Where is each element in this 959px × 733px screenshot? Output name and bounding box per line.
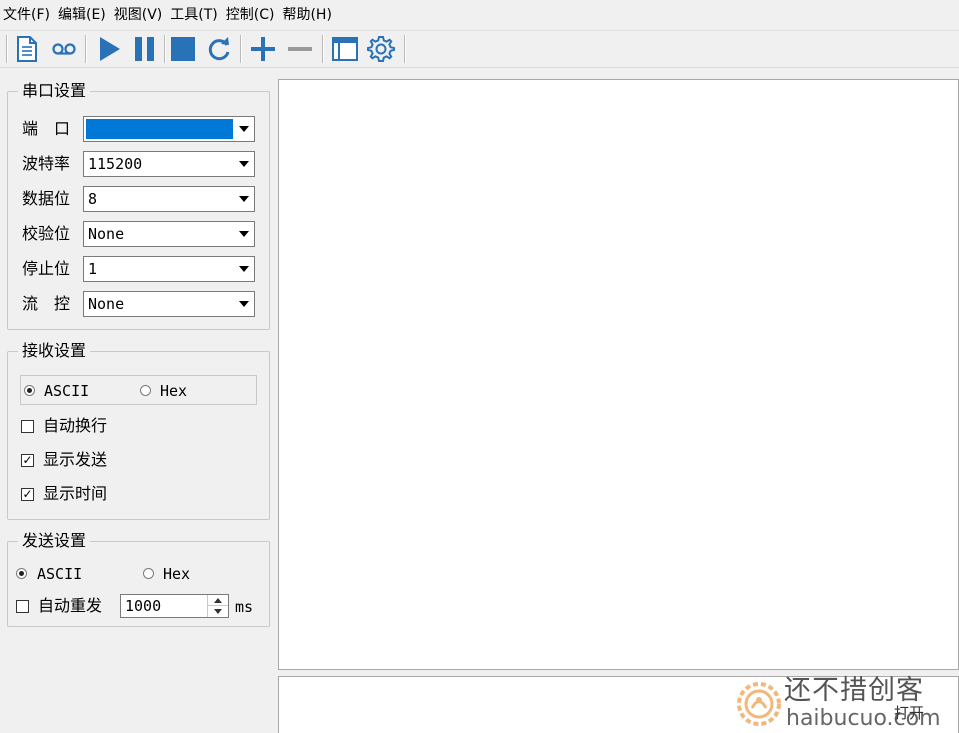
toolbar-separator [6,35,7,63]
open-button[interactable]: 打开 [894,703,924,723]
toolbar [0,31,959,68]
flow-value: None [88,295,125,313]
show-send-checkbox[interactable]: ✓ [21,454,34,467]
receive-ascii-label[interactable]: ASCII [44,381,89,401]
databits-select[interactable]: 8 [83,186,255,212]
chevron-down-icon[interactable] [234,293,253,315]
baud-value: 115200 [88,155,143,173]
receive-hex-label[interactable]: Hex [160,381,187,401]
stopbits-value: 1 [88,260,98,278]
serial-settings-title: 串口设置 [18,80,91,102]
port-select[interactable] [83,116,255,142]
toolbar-separator [322,35,323,63]
parity-value: None [88,225,125,243]
play-icon [100,37,120,61]
menu-bar: 文件(F) 编辑(E) 视图(V) 工具(T) 控制(C) 帮助(H) [0,0,959,31]
menu-tools[interactable]: 工具(T) [167,0,222,30]
port-label: 端 口 [22,119,71,138]
settings-icon [367,36,395,62]
parity-label: 校验位 [22,224,71,243]
window-button[interactable] [329,34,361,64]
resend-interval-value[interactable]: 1000 [125,597,161,616]
show-time-checkbox[interactable]: ✓ [21,488,34,501]
settings-button[interactable] [365,34,397,64]
remove-icon [288,47,312,51]
refresh-icon [208,37,230,61]
stopbits-label: 停止位 [22,259,71,278]
record-button[interactable] [48,34,80,64]
menu-file[interactable]: 文件(F) [0,0,55,30]
menu-view[interactable]: 视图(V) [111,0,168,30]
chevron-down-icon[interactable] [234,258,253,280]
auto-resend-checkbox[interactable] [16,600,29,613]
toolbar-separator [164,35,165,63]
menu-control[interactable]: 控制(C) [223,0,280,30]
resend-interval-spinbox[interactable]: 1000 [120,594,229,618]
watermark: 还不措创客 haibucuo.com 打开 [728,675,959,733]
parity-select[interactable]: None [83,221,255,247]
spin-buttons [207,595,228,617]
send-settings-title: 发送设置 [18,530,91,552]
toolbar-separator [240,35,241,63]
receive-text-area[interactable] [278,79,959,670]
port-selected-field [86,119,233,139]
add-button[interactable] [247,34,279,64]
toolbar-separator [404,35,405,63]
auto-resend-label[interactable]: 自动重发 [38,596,102,616]
stop-icon [171,37,195,61]
chevron-down-icon[interactable] [234,188,253,210]
interval-unit-label: ms [235,598,254,616]
pause-button[interactable] [129,34,161,64]
receive-hex-radio[interactable] [140,385,151,396]
stopbits-select[interactable]: 1 [83,256,255,282]
send-hex-radio[interactable] [143,568,154,579]
remove-button[interactable] [284,34,316,64]
send-hex-label[interactable]: Hex [163,564,190,584]
show-send-label[interactable]: 显示发送 [43,450,107,470]
receive-ascii-radio[interactable] [24,385,35,396]
record-icon [52,43,76,55]
spin-divider [208,605,228,606]
new-file-icon [17,36,37,62]
send-ascii-radio[interactable] [16,568,27,579]
new-file-button[interactable] [11,34,43,64]
stop-button[interactable] [167,34,199,64]
auto-wrap-label[interactable]: 自动换行 [43,416,107,436]
add-icon [251,37,275,61]
chevron-down-icon[interactable] [234,223,253,245]
toolbar-separator [85,35,86,63]
flow-select[interactable]: None [83,291,255,317]
auto-wrap-checkbox[interactable] [21,420,34,433]
baud-select[interactable]: 115200 [83,151,255,177]
chevron-down-icon[interactable] [234,118,253,140]
spin-down-icon[interactable] [214,609,222,614]
receive-settings-title: 接收设置 [18,340,91,362]
show-time-label[interactable]: 显示时间 [43,484,107,504]
watermark-logo-icon [737,682,781,726]
menu-edit[interactable]: 编辑(E) [55,0,111,30]
menu-help[interactable]: 帮助(H) [279,0,336,30]
chevron-down-icon[interactable] [234,153,253,175]
pause-icon [135,37,154,61]
play-button[interactable] [93,34,125,64]
window-icon [332,37,358,61]
flow-label: 流 控 [22,294,71,313]
databits-label: 数据位 [22,189,71,208]
spin-up-icon[interactable] [214,598,222,603]
databits-value: 8 [88,190,98,208]
refresh-button[interactable] [203,34,235,64]
send-ascii-label[interactable]: ASCII [37,564,82,584]
baud-label: 波特率 [22,154,71,173]
